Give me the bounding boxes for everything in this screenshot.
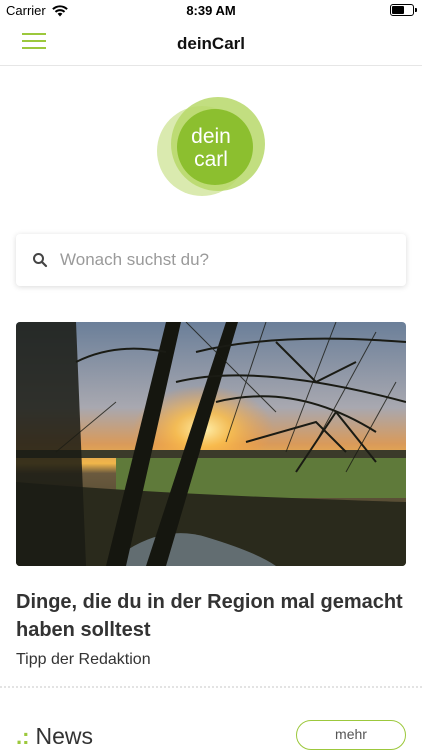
battery-icon	[390, 4, 417, 16]
featured-article-subtitle: Tipp der Redaktion	[16, 651, 151, 668]
status-bar: Carrier 8:39 AM	[0, 0, 422, 22]
section-divider	[0, 686, 422, 688]
featured-article-title[interactable]: Dinge, die du in der Region mal gemacht …	[16, 588, 411, 644]
navigation-bar: deinCarl	[0, 22, 422, 66]
news-more-button[interactable]: mehr	[296, 720, 406, 750]
logo-text-carl: carl	[194, 148, 228, 171]
heading-prefix: .:	[16, 724, 30, 749]
search-icon	[33, 253, 48, 268]
featured-article-image[interactable]	[16, 322, 406, 566]
search-input[interactable]	[60, 250, 380, 270]
app-title: deinCarl	[176, 34, 246, 53]
search-bar[interactable]	[16, 234, 406, 286]
status-time: 8:39 AM	[186, 3, 236, 18]
logo-text-dein: dein	[191, 125, 231, 148]
news-section-heading: .: News	[16, 723, 93, 750]
deincarl-logo: dein carl	[155, 95, 270, 200]
news-heading-label: News	[35, 723, 93, 749]
